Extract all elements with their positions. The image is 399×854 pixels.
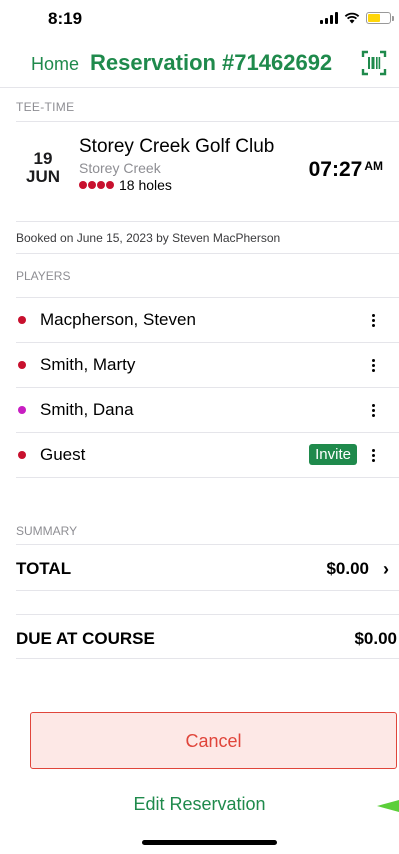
- home-indicator: [142, 840, 277, 845]
- player-status-dot: [18, 316, 26, 324]
- arrow-left-icon: [377, 800, 399, 812]
- player-name: Smith, Marty: [40, 355, 136, 374]
- players-list: Macpherson, Steven Smith, Marty Smith, Dan…: [16, 298, 399, 478]
- cancel-button[interactable]: Cancel: [30, 712, 397, 769]
- player-status-dot: [18, 451, 26, 459]
- status-bar: 8:19: [0, 0, 399, 40]
- chevron-right-icon: ›: [383, 559, 389, 579]
- due-label: DUE AT COURSE: [16, 629, 155, 648]
- booked-info: Booked on June 15, 2023 by Steven MacPhe…: [16, 222, 399, 254]
- player-row[interactable]: Macpherson, Steven: [16, 298, 399, 343]
- section-divider: [16, 591, 399, 615]
- hole-dots-icon: [79, 181, 114, 189]
- course-subname: Storey Creek: [79, 160, 161, 176]
- tee-time: 07:27 AM: [309, 158, 383, 182]
- header: Home Reservation #71462692: [0, 40, 399, 88]
- due-value: $0.00: [354, 629, 397, 648]
- barcode-scan-icon[interactable]: [361, 50, 387, 76]
- battery-icon: [366, 12, 394, 24]
- due-at-course-row: DUE AT COURSE $0.00: [16, 615, 399, 659]
- total-label: TOTAL: [16, 559, 72, 578]
- date-day: 19: [33, 149, 53, 168]
- player-status-dot: [18, 406, 26, 414]
- player-row[interactable]: Smith, Dana: [16, 388, 399, 433]
- summary-section-label: SUMMARY: [16, 522, 399, 545]
- more-options-icon[interactable]: [367, 399, 379, 421]
- player-row[interactable]: Smith, Marty: [16, 343, 399, 388]
- more-options-icon[interactable]: [367, 354, 379, 376]
- status-time: 8:19: [48, 9, 83, 28]
- hole-dot: [97, 181, 105, 189]
- tee-time-ampm: AM: [364, 159, 383, 173]
- more-options-icon[interactable]: [367, 444, 379, 466]
- player-status-dot: [18, 361, 26, 369]
- player-name: Macpherson, Steven: [40, 310, 196, 329]
- total-value: $0.00: [326, 559, 369, 578]
- page-title: Reservation #71462692: [90, 50, 333, 75]
- invite-button[interactable]: Invite: [309, 444, 357, 465]
- holes-info: 18 holes: [79, 177, 172, 193]
- more-options-icon[interactable]: [367, 309, 379, 331]
- edit-reservation-button[interactable]: Edit Reservation: [0, 794, 399, 815]
- status-icons: [320, 12, 394, 24]
- player-row[interactable]: Guest Invite: [16, 433, 399, 478]
- hole-dot: [79, 181, 87, 189]
- reservation-content: TEE-TIME 19 JUN Storey Creek Golf Club S…: [16, 88, 399, 659]
- player-name: Smith, Dana: [40, 400, 134, 419]
- player-name: Guest: [40, 445, 86, 464]
- players-section-label: PLAYERS: [16, 254, 399, 298]
- tee-time-value: 07:27: [308, 158, 363, 181]
- course-name: Storey Creek Golf Club: [79, 136, 275, 157]
- home-link[interactable]: Home: [31, 54, 79, 75]
- holes-label: 18 holes: [119, 177, 172, 193]
- total-row[interactable]: TOTAL $0.00 ›: [16, 545, 399, 591]
- hole-dot: [88, 181, 96, 189]
- teetime-card: 19 JUN Storey Creek Golf Club Storey Cre…: [16, 122, 399, 222]
- date-month: JUN: [25, 167, 60, 186]
- date-box: 19 JUN: [22, 150, 64, 186]
- wifi-icon: [344, 12, 360, 24]
- teetime-section-label: TEE-TIME: [16, 88, 399, 122]
- hole-dot: [106, 181, 114, 189]
- signal-icon: [320, 12, 338, 24]
